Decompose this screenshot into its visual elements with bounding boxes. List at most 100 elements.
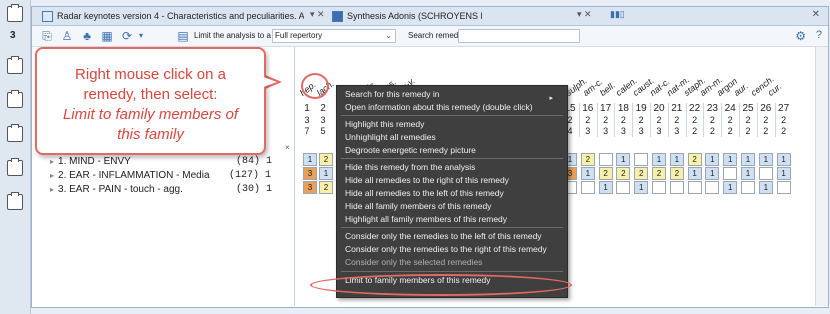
- menu-item[interactable]: Unhighlight all remedies: [345, 132, 559, 143]
- close-pane-icon[interactable]: ×: [285, 143, 290, 152]
- menu-item[interactable]: Consider only the remedies to the left o…: [345, 231, 559, 242]
- expand-arrow-icon[interactable]: ▸: [50, 157, 54, 166]
- menu-item[interactable]: Consider only the selected remedies: [345, 257, 559, 268]
- filter-icon[interactable]: ▤: [176, 29, 190, 43]
- view-select[interactable]: Full repertory ⌄: [272, 29, 396, 43]
- refresh-icon[interactable]: ⟳: [120, 29, 134, 43]
- grade-cell[interactable]: 2: [616, 167, 631, 180]
- person-icon[interactable]: ♙: [60, 29, 74, 43]
- gear-icon[interactable]: ⚙: [795, 29, 806, 43]
- tab-synthesis[interactable]: Synthesis Adonis (SCHROYENS F. ): [332, 9, 482, 23]
- tab-radar-keynotes[interactable]: Radar keynotes version 4 - Characteristi…: [42, 9, 304, 23]
- tab-controls[interactable]: ▾ ✕: [577, 9, 592, 20]
- menu-item[interactable]: Highlight this remedy: [345, 119, 559, 130]
- chevron-down-icon[interactable]: ▾: [134, 29, 148, 43]
- clipboard-icon[interactable]: [7, 124, 23, 142]
- grade-cell[interactable]: 1: [669, 153, 684, 166]
- menu-item[interactable]: Degroote energetic remedy picture: [345, 145, 559, 156]
- callout-line: Limit to family members of: [62, 106, 239, 123]
- grade-cell[interactable]: [776, 181, 791, 194]
- grade-cell[interactable]: 2: [598, 167, 613, 180]
- grade-cell[interactable]: 1: [758, 153, 773, 166]
- menu-item[interactable]: Hide all remedies to the right of this r…: [345, 175, 559, 186]
- rubric-row[interactable]: ▸ 3. EAR - PAIN - touch - agg.: [50, 184, 183, 195]
- rubric-row[interactable]: ▸ 2. EAR - INFLAMMATION - Media: [50, 170, 210, 181]
- grade-cell[interactable]: 1: [776, 153, 791, 166]
- analysis-tab-icon[interactable]: ▮▮▯: [610, 9, 625, 20]
- help-icon[interactable]: ?: [816, 29, 822, 41]
- tab-label: Synthesis Adonis (SCHROYENS F. ): [347, 11, 482, 21]
- grade-cell[interactable]: 1: [580, 167, 595, 180]
- menu-item-label: Hide all remedies to the right of this r…: [345, 175, 509, 185]
- grade-cell[interactable]: [634, 153, 649, 166]
- grade-cell[interactable]: [723, 167, 738, 180]
- grade-cell[interactable]: 2: [652, 167, 666, 180]
- search-remedy-input[interactable]: [458, 29, 580, 43]
- menu-item[interactable]: Hide all remedies to the left of this re…: [345, 188, 559, 199]
- grade-cell[interactable]: 2: [319, 153, 333, 166]
- toolbar: ⎘ ♙ ♣ ▦ ⟳ ▾ ▤ Limit the analysis to a vi…: [32, 26, 828, 47]
- grade-cell[interactable]: 1: [723, 181, 738, 194]
- grade-cell[interactable]: 1: [652, 153, 666, 166]
- grade-cell[interactable]: 2: [669, 167, 684, 180]
- grade-cell[interactable]: 3: [303, 181, 317, 194]
- left-sidebar: 3: [0, 0, 31, 314]
- chevron-down-icon: ⌄: [385, 31, 392, 40]
- clipboard-icon[interactable]: [7, 90, 23, 108]
- menu-item[interactable]: Consider only the remedies to the right …: [345, 244, 559, 255]
- clipboard-icon[interactable]: [7, 56, 23, 74]
- rubric-row[interactable]: ▸ 1. MIND - ENVY: [50, 156, 131, 167]
- menu-item[interactable]: Hide this remedy from the analysis: [345, 162, 559, 173]
- column-number: 2: [320, 103, 326, 114]
- menu-item-label: Highlight this remedy: [345, 119, 425, 129]
- menu-item[interactable]: Open information about this remedy (doub…: [345, 102, 559, 113]
- grade-cell[interactable]: [758, 167, 773, 180]
- grade-cell[interactable]: 1: [758, 181, 773, 194]
- clipboard-icon[interactable]: [7, 158, 23, 176]
- rubric-count: (84) 1: [236, 156, 273, 167]
- grade-cell[interactable]: 2: [580, 153, 595, 166]
- grade-cell[interactable]: [580, 181, 595, 194]
- tree-icon[interactable]: ♣: [80, 29, 94, 43]
- grade-cell[interactable]: 1: [687, 167, 702, 180]
- grade-cell[interactable]: 3: [303, 167, 317, 180]
- menu-item[interactable]: Hide all family members of this remedy: [345, 201, 559, 212]
- grade-cell[interactable]: [616, 181, 631, 194]
- chart-icon[interactable]: ▦: [100, 29, 114, 43]
- grade-cell[interactable]: [598, 153, 613, 166]
- sidebar-number: 3: [10, 30, 16, 41]
- grade-cell[interactable]: [669, 181, 684, 194]
- menu-item-label: Degroote energetic remedy picture: [345, 145, 476, 155]
- clipboard-icon[interactable]: [7, 192, 23, 210]
- grade-cell[interactable]: 1: [705, 167, 720, 180]
- expand-arrow-icon[interactable]: ▸: [50, 171, 54, 180]
- close-icon[interactable]: ✕: [812, 9, 820, 20]
- grade-cell[interactable]: 1: [616, 153, 631, 166]
- grade-cell[interactable]: 2: [634, 167, 649, 180]
- grade-cell[interactable]: 1: [598, 181, 613, 194]
- grade-cell[interactable]: 1: [634, 181, 649, 194]
- grade-cell[interactable]: [741, 181, 755, 194]
- grade-cell[interactable]: [687, 181, 702, 194]
- expand-arrow-icon[interactable]: ▸: [50, 185, 54, 194]
- menu-item-label: Highlight all family members of this rem…: [345, 214, 508, 224]
- grade-cell[interactable]: 1: [776, 167, 791, 180]
- new-analysis-icon[interactable]: ⎘: [40, 29, 54, 43]
- grade-cell[interactable]: [652, 181, 666, 194]
- vertical-scrollbar[interactable]: [815, 47, 828, 306]
- grade-cell[interactable]: 1: [741, 167, 755, 180]
- score-value: 3: [304, 115, 310, 125]
- tab-controls[interactable]: ▾ ✕: [310, 9, 325, 20]
- view-select-value: Full repertory: [275, 31, 323, 40]
- grade-cell[interactable]: 1: [741, 153, 755, 166]
- grade-cell[interactable]: 1: [319, 167, 333, 180]
- menu-item[interactable]: Highlight all family members of this rem…: [345, 214, 559, 225]
- menu-item[interactable]: Search for this remedy in ▸: [345, 89, 559, 102]
- clipboard-icon[interactable]: [7, 4, 23, 22]
- grade-cell[interactable]: 1: [705, 153, 720, 166]
- grade-cell[interactable]: [705, 181, 720, 194]
- grade-cell[interactable]: 2: [687, 153, 702, 166]
- grade-cell[interactable]: 1: [723, 153, 738, 166]
- grade-cell[interactable]: 2: [319, 181, 333, 194]
- grade-cell[interactable]: 1: [303, 153, 317, 166]
